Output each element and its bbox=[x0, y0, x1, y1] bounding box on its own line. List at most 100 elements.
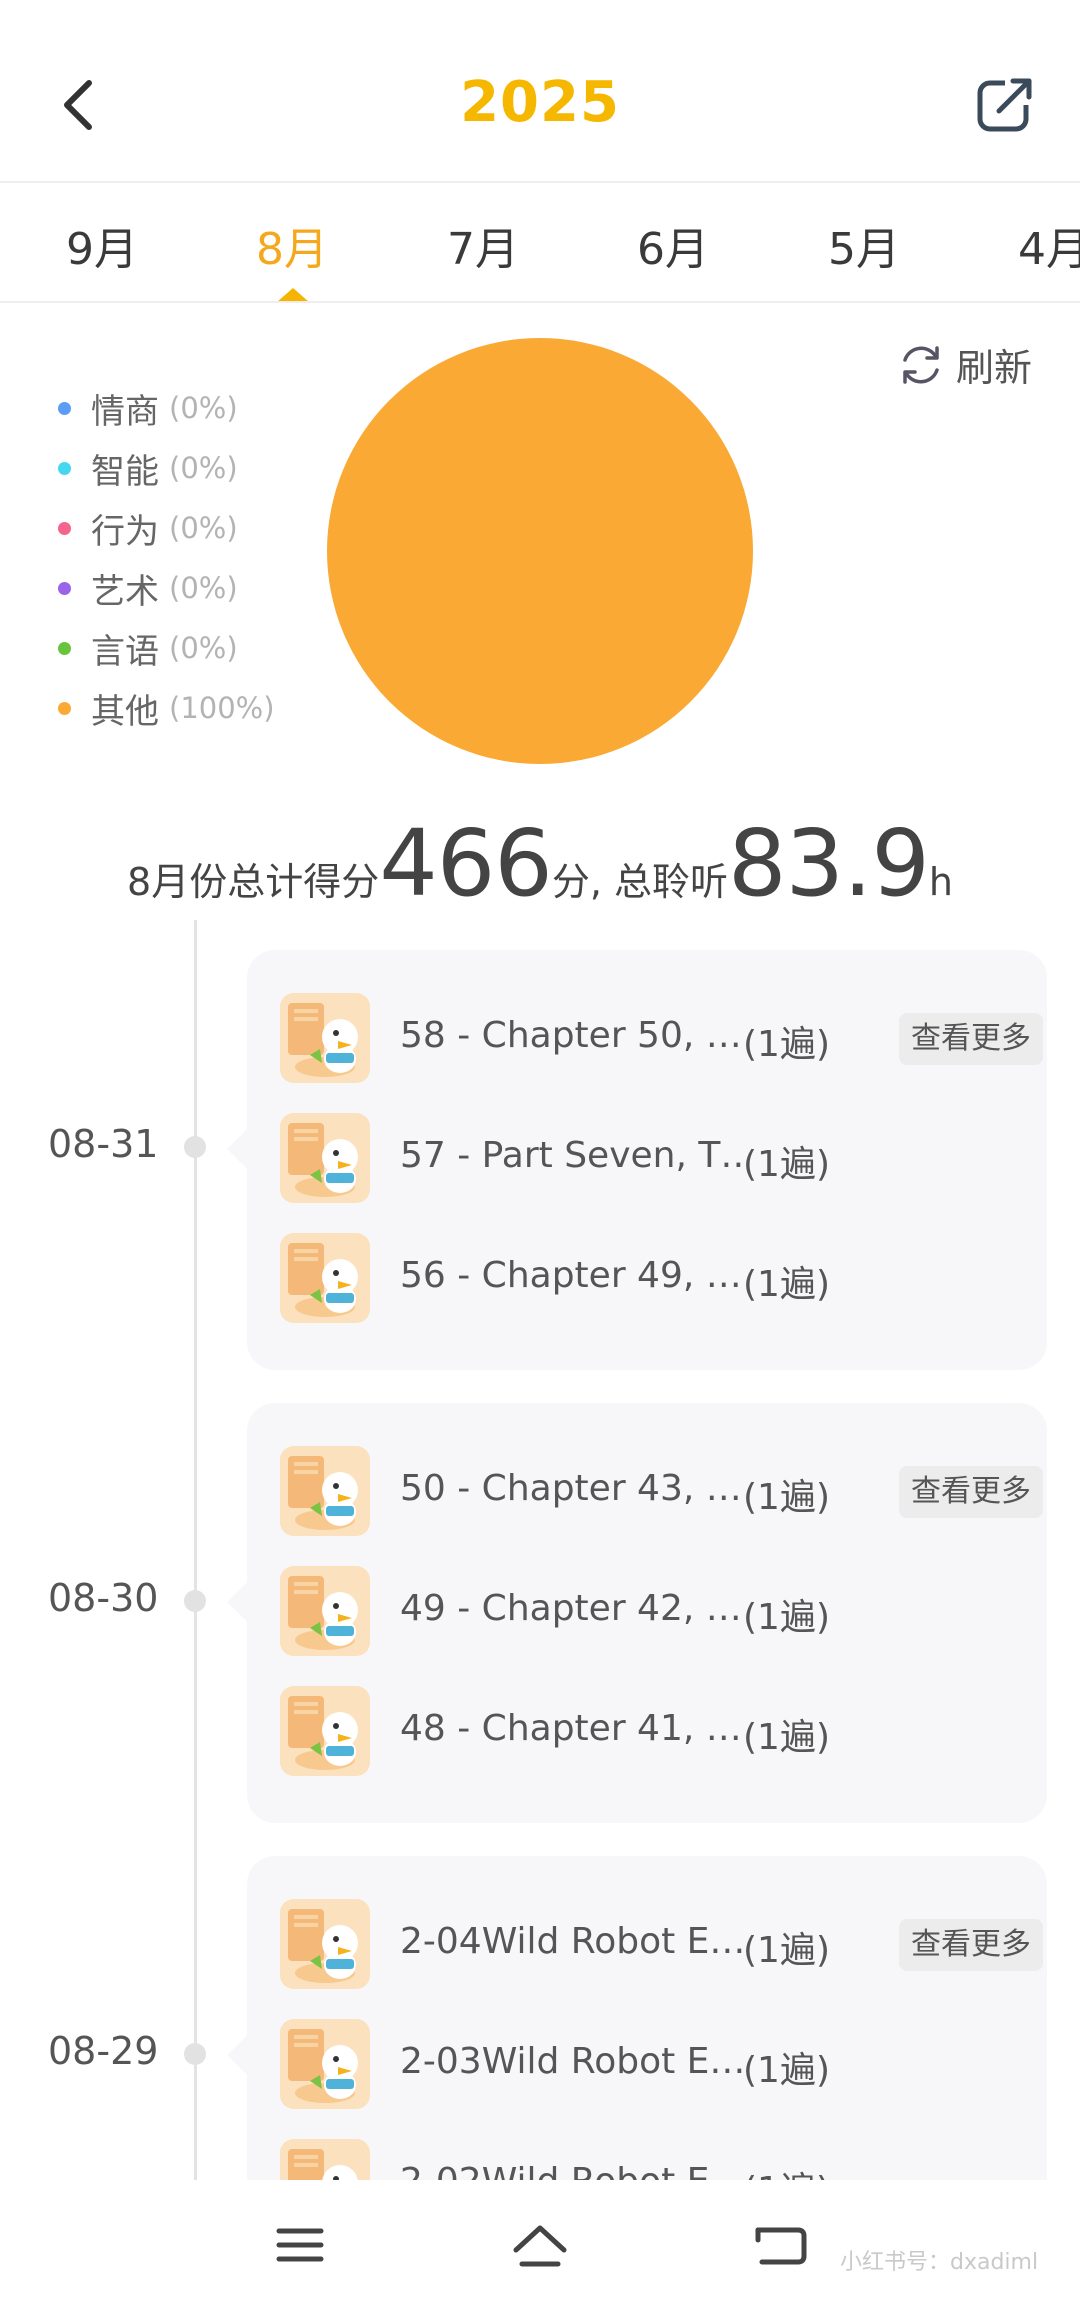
menu-icon bbox=[276, 2228, 324, 2262]
system-nav-bar bbox=[0, 2180, 1080, 2306]
legend-label: 艺术 bbox=[91, 571, 159, 612]
legend-percent: (0%) bbox=[169, 511, 238, 545]
duck-book-icon bbox=[280, 1686, 370, 1776]
track-title: 48 - Chapter 41, … bbox=[400, 1708, 742, 1749]
track-thumbnail bbox=[280, 1233, 370, 1323]
legend-item: 行为 (0%) bbox=[58, 498, 275, 558]
tab-may[interactable]: 5月 bbox=[828, 213, 900, 277]
track-title: 50 - Chapter 43, … bbox=[400, 1468, 742, 1509]
track-thumbnail bbox=[280, 1566, 370, 1656]
tab-september[interactable]: 9月 bbox=[66, 213, 138, 277]
play-count: (1遍) bbox=[743, 1264, 830, 1305]
legend-dot bbox=[58, 581, 71, 595]
pie-slice-其他 bbox=[327, 338, 753, 764]
watermark: 小红书号：dxadiml bbox=[840, 2250, 1039, 2275]
tab-august[interactable]: 8月 bbox=[256, 213, 328, 277]
home-button[interactable] bbox=[500, 2210, 580, 2280]
track-row[interactable]: 58 - Chapter 50, … (1遍) 查看更多 bbox=[280, 993, 1043, 1088]
duck-book-icon bbox=[280, 993, 370, 1083]
date-label: 08-29 bbox=[48, 2029, 159, 2073]
play-count: (1遍) bbox=[743, 1477, 830, 1518]
track-title: 57 - Part Seven, T… bbox=[400, 1135, 745, 1176]
track-title: 2-03Wild Robot E… bbox=[400, 2041, 745, 2082]
refresh-button[interactable]: 刷新 bbox=[896, 337, 1032, 392]
chart-legend: 情商 (0%) 智能 (0%) 行为 (0%) 艺术 (0%) 言语 (0%) … bbox=[58, 378, 275, 738]
legend-label: 其他 bbox=[91, 691, 159, 732]
total-hours: 83.9 bbox=[728, 810, 930, 917]
track-thumbnail bbox=[280, 1686, 370, 1776]
total-score: 466 bbox=[379, 810, 553, 917]
return-icon bbox=[755, 2227, 807, 2265]
track-row[interactable]: 57 - Part Seven, T… (1遍) bbox=[280, 1113, 1020, 1208]
timeline-dot bbox=[184, 1136, 206, 1158]
header: 2025 bbox=[0, 0, 1080, 183]
legend-label: 行为 bbox=[91, 511, 159, 552]
track-title: 56 - Chapter 49, … bbox=[400, 1255, 742, 1296]
track-row[interactable]: 48 - Chapter 41, … (1遍) bbox=[280, 1686, 1020, 1781]
view-more-button[interactable]: 查看更多 bbox=[899, 1466, 1043, 1518]
category-pie-chart bbox=[327, 338, 753, 764]
legend-dot bbox=[58, 641, 71, 655]
date-label: 08-31 bbox=[48, 1122, 159, 1166]
legend-item: 言语 (0%) bbox=[58, 618, 275, 678]
active-tab-indicator bbox=[277, 288, 309, 301]
legend-dot bbox=[58, 521, 71, 535]
legend-percent: (0%) bbox=[169, 451, 238, 485]
duck-book-icon bbox=[280, 1113, 370, 1203]
legend-item: 情商 (0%) bbox=[58, 378, 275, 438]
track-row[interactable]: 56 - Chapter 49, … (1遍) bbox=[280, 1233, 1020, 1328]
play-count: (1遍) bbox=[743, 1597, 830, 1638]
track-title: 2-04Wild Robot E… bbox=[400, 1921, 745, 1962]
tab-july[interactable]: 7月 bbox=[447, 213, 519, 277]
timeline-dot bbox=[184, 1590, 206, 1612]
menu-button[interactable] bbox=[260, 2210, 340, 2280]
date-label: 08-30 bbox=[48, 1576, 159, 1620]
legend-label: 言语 bbox=[91, 631, 159, 672]
track-row[interactable]: 50 - Chapter 43, … (1遍) 查看更多 bbox=[280, 1446, 1043, 1541]
play-count: (1遍) bbox=[743, 2050, 830, 2091]
month-tabs: 9月 8月 7月 6月 5月 4月 bbox=[0, 185, 1080, 303]
legend-dot bbox=[58, 401, 71, 415]
play-count: (1遍) bbox=[743, 1717, 830, 1758]
track-thumbnail bbox=[280, 2019, 370, 2109]
track-thumbnail bbox=[280, 1113, 370, 1203]
tab-april[interactable]: 4月 bbox=[1018, 213, 1080, 277]
legend-percent: (0%) bbox=[169, 391, 238, 425]
legend-percent: (100%) bbox=[169, 691, 275, 725]
edit-share-icon bbox=[977, 75, 1035, 132]
legend-label: 情商 bbox=[91, 391, 159, 432]
monthly-summary: 8月份总计得分466分, 总聆听83.9h bbox=[0, 810, 1080, 917]
page-title: 2025 bbox=[460, 70, 620, 135]
hours-unit: h bbox=[928, 860, 953, 904]
day-card: 50 - Chapter 43, … (1遍) 查看更多 49 - Chapte… bbox=[227, 1403, 1047, 1823]
play-count: (1遍) bbox=[743, 1144, 830, 1185]
track-row[interactable]: 49 - Chapter 42, … (1遍) bbox=[280, 1566, 1020, 1661]
refresh-label: 刷新 bbox=[956, 346, 1033, 390]
legend-item: 智能 (0%) bbox=[58, 438, 275, 498]
card-notch bbox=[227, 2035, 267, 2075]
track-row[interactable]: 2-04Wild Robot E… (1遍) 查看更多 bbox=[280, 1899, 1043, 1994]
track-thumbnail bbox=[280, 1899, 370, 1989]
play-count: (1遍) bbox=[743, 1024, 830, 1065]
legend-item: 艺术 (0%) bbox=[58, 558, 275, 618]
play-count: (1遍) bbox=[743, 1930, 830, 1971]
back-nav-button[interactable] bbox=[740, 2210, 820, 2280]
share-button[interactable] bbox=[970, 70, 1040, 140]
track-thumbnail bbox=[280, 1446, 370, 1536]
duck-book-icon bbox=[280, 2019, 370, 2109]
legend-percent: (0%) bbox=[169, 631, 238, 665]
track-row[interactable]: 2-03Wild Robot E… (1遍) bbox=[280, 2019, 1020, 2114]
view-more-button[interactable]: 查看更多 bbox=[899, 1013, 1043, 1065]
home-icon bbox=[513, 2225, 567, 2267]
view-more-button[interactable]: 查看更多 bbox=[899, 1919, 1043, 1971]
timeline-line bbox=[194, 920, 197, 2180]
track-title: 49 - Chapter 42, … bbox=[400, 1588, 742, 1629]
legend-percent: (0%) bbox=[169, 571, 238, 605]
card-notch bbox=[227, 1129, 267, 1169]
timeline-dot bbox=[184, 2043, 206, 2065]
track-title: 58 - Chapter 50, … bbox=[400, 1015, 742, 1056]
tab-june[interactable]: 6月 bbox=[637, 213, 709, 277]
track-thumbnail bbox=[280, 993, 370, 1083]
score-unit: 分, 总聆听 bbox=[551, 860, 729, 904]
duck-book-icon bbox=[280, 1446, 370, 1536]
